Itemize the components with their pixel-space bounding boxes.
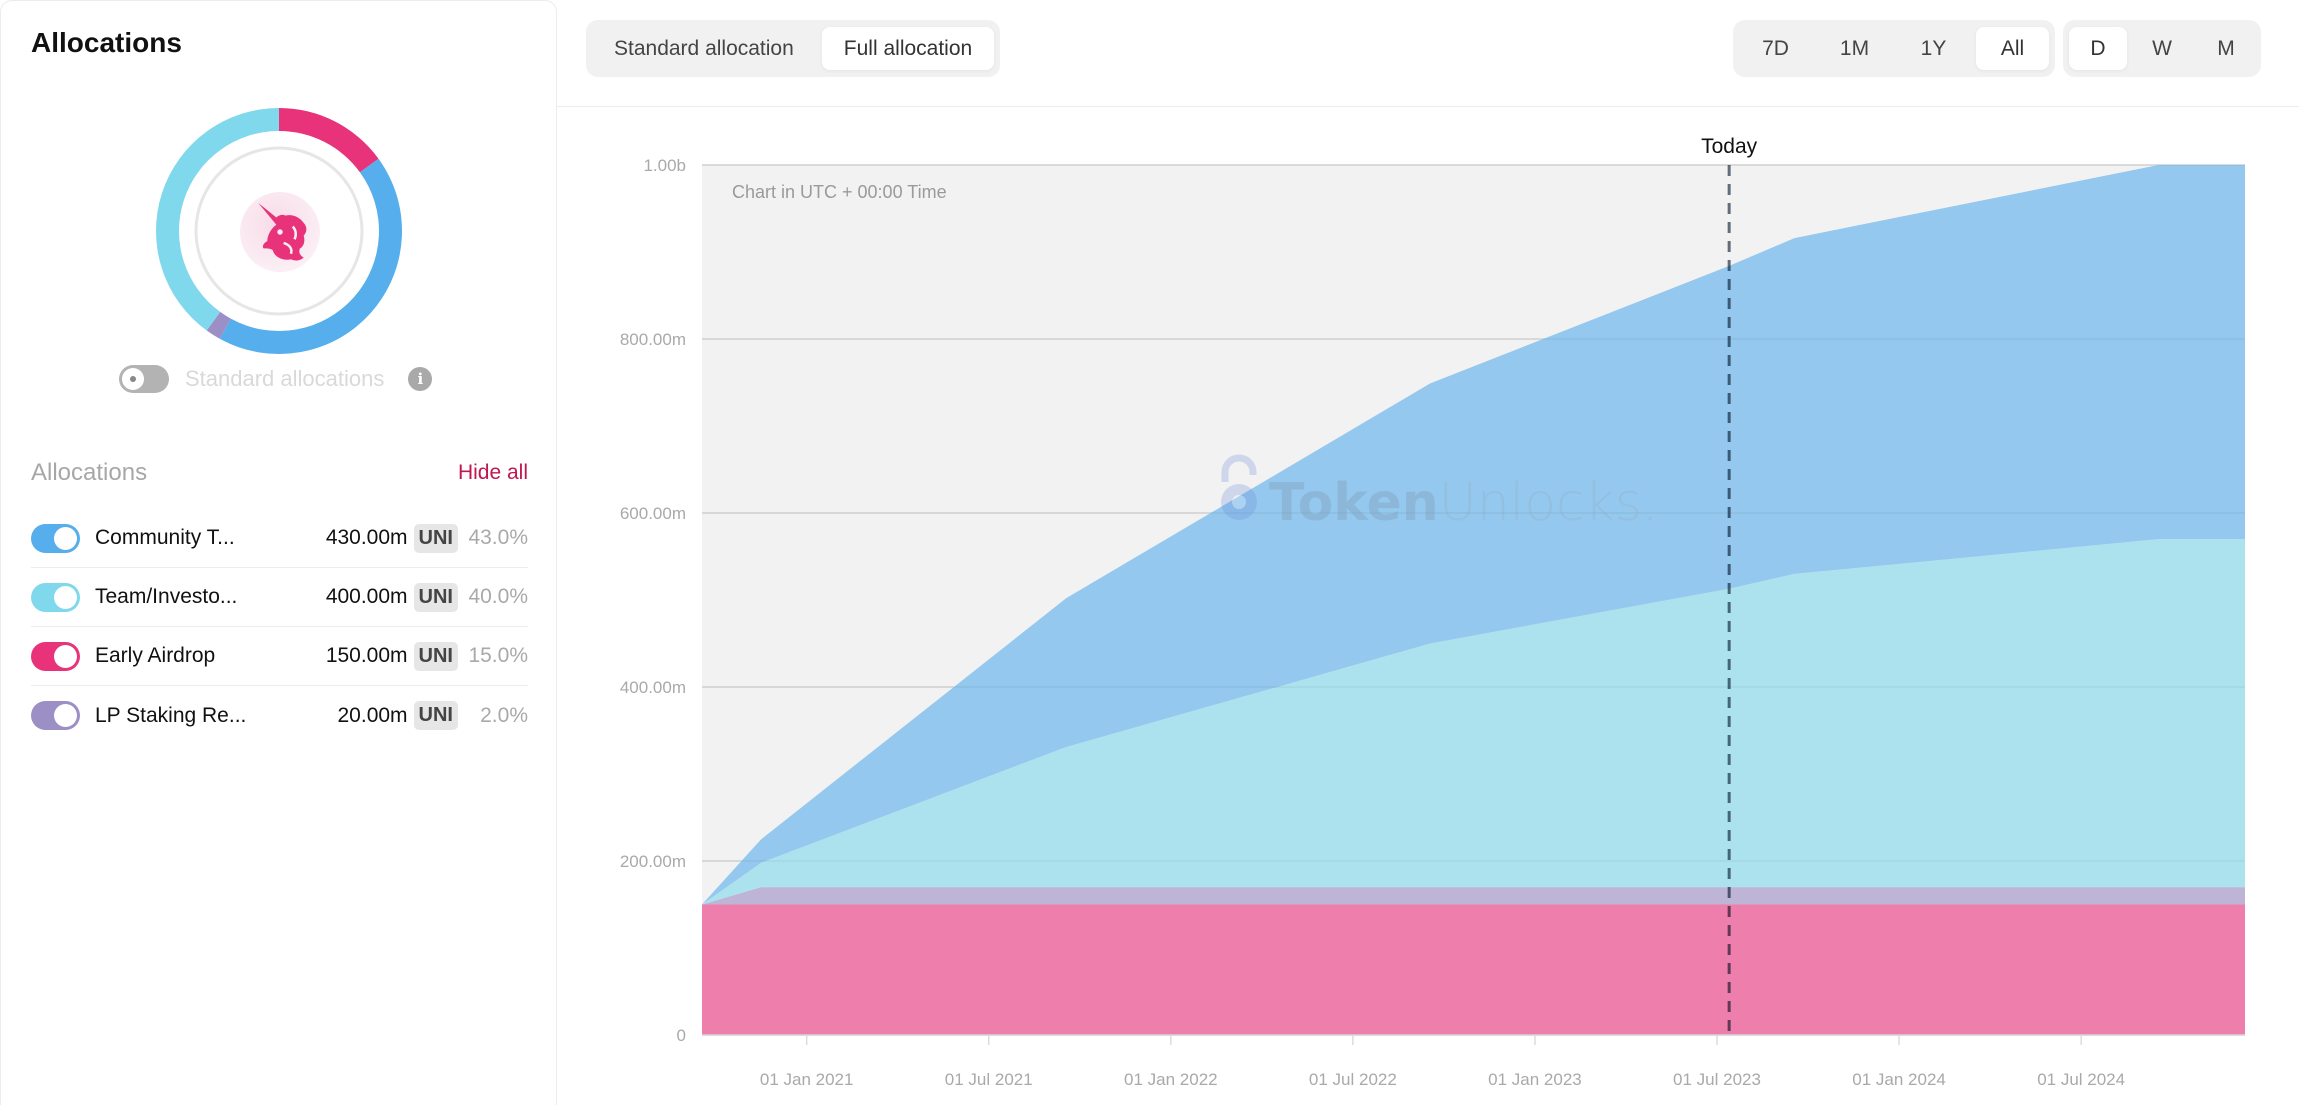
allocation-name: Early Airdrop	[95, 644, 216, 667]
x-axis: 01 Jan 2021 01 Jul 2021 01 Jan 2022 01 Jul …	[702, 1034, 2245, 1089]
x-tick-label: 01 Jul 2024	[2037, 1070, 2125, 1089]
timezone-note: Chart in UTC + 00:00 Time	[732, 182, 947, 202]
x-tick-label: 01 Jan 2021	[760, 1070, 854, 1089]
full-allocation-tab[interactable]: Full allocation	[821, 27, 995, 70]
allocation-toggle[interactable]	[31, 523, 80, 553]
chart-toolbar: Standard allocation Full allocation 7D 1…	[557, 0, 2299, 107]
chart-svg[interactable]: Chart in UTC + 00:00 Time TokenUnlocks. …	[557, 107, 2299, 1105]
watermark-light: Unlocks.	[1439, 473, 1659, 533]
range-1m-button[interactable]: 1M	[1818, 27, 1891, 70]
granularity-switch: D W M	[2063, 20, 2261, 77]
uniswap-unicorn-logo-icon	[240, 192, 320, 272]
range-7d-button[interactable]: 7D	[1739, 27, 1812, 70]
area-early-airdrop	[702, 904, 2245, 1035]
allocations-list-title: Allocations	[31, 459, 148, 486]
allocation-amount: 150.00m	[325, 644, 408, 667]
x-tick-label: 01 Jul 2021	[945, 1070, 1033, 1089]
area-lp-staking-rewards	[702, 887, 2245, 905]
lock-keyhole	[1232, 495, 1246, 509]
token-unit-badge: UNI	[413, 523, 458, 553]
standard-allocations-toggle-row: Standard allocations i	[119, 365, 433, 393]
granularity-month-button[interactable]: M	[2197, 27, 2255, 70]
token-unit-badge: UNI	[413, 701, 458, 730]
standard-allocation-tab[interactable]: Standard allocation	[592, 27, 816, 70]
allocation-amount: 400.00m	[325, 585, 408, 608]
allocation-donut-chart	[156, 108, 402, 354]
allocation-row: LP Staking Re... 20.00m UNI 2.0%	[31, 686, 528, 745]
allocation-amount: 20.00m	[337, 703, 408, 727]
info-icon[interactable]: i	[408, 367, 433, 391]
standard-allocations-label: Standard allocations	[185, 366, 385, 391]
today-label: Today	[1701, 135, 1758, 158]
allocation-toggle[interactable]	[31, 582, 80, 612]
allocation-row: Community T... 430.00m UNI 43.0%	[31, 509, 528, 568]
allocation-amount: 430.00m	[325, 526, 408, 549]
unlock-schedule-chart[interactable]: Chart in UTC + 00:00 Time TokenUnlocks. …	[557, 107, 2299, 1105]
toggle-knob-dot	[130, 376, 136, 382]
standard-allocations-toggle[interactable]	[119, 365, 169, 393]
panel-title: Allocations	[31, 27, 182, 58]
token-unit-badge: UNI	[413, 641, 458, 671]
watermark-bold: Token	[1269, 473, 1439, 533]
allocations-list-header: Allocations Hide all	[31, 459, 528, 487]
allocation-toggle[interactable]	[31, 641, 80, 671]
allocations-panel: Allocations Standard allocations i Alloc…	[0, 0, 557, 1105]
allocation-percent: 40.0%	[468, 585, 528, 608]
y-axis: 0 200.00m 400.00m 600.00m 800.00m 1.00b	[620, 156, 686, 1045]
y-tick-label: 600.00m	[620, 504, 686, 523]
range-all-button[interactable]: All	[1976, 27, 2049, 70]
allocations-list: Community T... 430.00m UNI 43.0% Team/In…	[31, 509, 528, 745]
allocation-name: Community T...	[95, 526, 235, 549]
allocation-percent: 2.0%	[480, 703, 528, 727]
y-tick-label: 800.00m	[620, 330, 686, 349]
allocation-mode-switch: Standard allocation Full allocation	[586, 20, 1001, 77]
allocation-row: Early Airdrop 150.00m UNI 15.0%	[31, 627, 528, 686]
token-unit-badge: UNI	[413, 582, 458, 612]
allocation-percent: 43.0%	[468, 526, 528, 549]
allocation-row: Team/Investo... 400.00m UNI 40.0%	[31, 568, 528, 627]
y-tick-label: 0	[677, 1026, 686, 1045]
watermark-text: TokenUnlocks.	[1269, 473, 1658, 533]
x-tick-label: 01 Jan 2022	[1124, 1070, 1218, 1089]
allocation-percent: 15.0%	[468, 644, 528, 667]
allocation-name: Team/Investo...	[95, 585, 238, 608]
granularity-week-button[interactable]: W	[2133, 27, 2191, 70]
x-tick-label: 01 Jan 2023	[1488, 1070, 1582, 1089]
granularity-day-button[interactable]: D	[2069, 27, 2127, 70]
y-tick-label: 1.00b	[643, 156, 686, 175]
hide-all-button[interactable]: Hide all	[458, 461, 528, 485]
x-tick-label: 01 Jul 2023	[1673, 1070, 1761, 1089]
x-tick-label: 01 Jan 2024	[1852, 1070, 1946, 1089]
range-1y-button[interactable]: 1Y	[1897, 27, 1970, 70]
y-tick-label: 400.00m	[620, 678, 686, 697]
time-range-switch: 7D 1M 1Y All	[1733, 20, 2055, 77]
unlock-chart-panel: Standard allocation Full allocation 7D 1…	[557, 0, 2299, 1105]
app-root: Allocations Standard allocations i Alloc…	[0, 0, 2299, 1105]
allocation-name: LP Staking Re...	[95, 703, 247, 727]
unicorn-icon	[258, 202, 307, 261]
allocation-toggle[interactable]	[31, 701, 80, 730]
y-tick-label: 200.00m	[620, 852, 686, 871]
x-tick-label: 01 Jul 2022	[1309, 1070, 1397, 1089]
